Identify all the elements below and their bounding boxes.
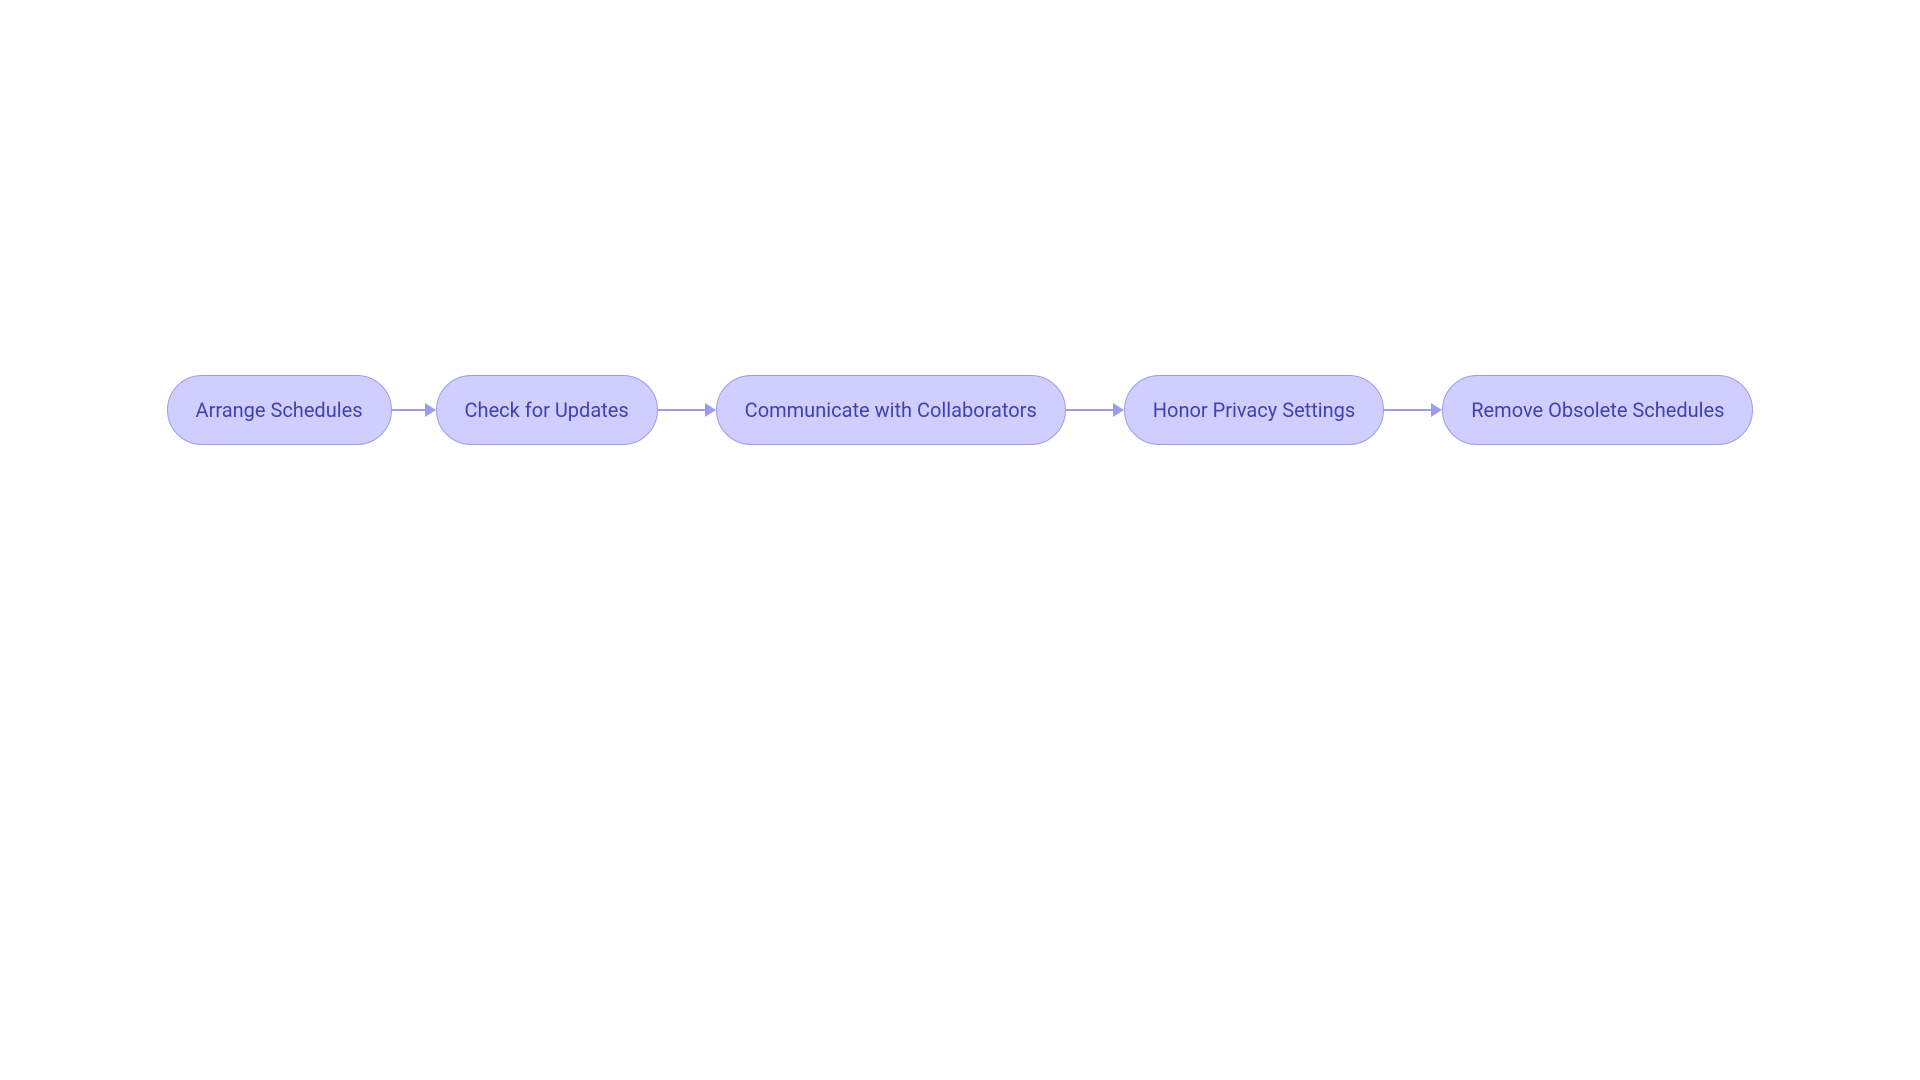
node-communicate-with-collaborators[interactable]: Communicate with Collaborators (716, 375, 1066, 445)
arrow-line (658, 409, 706, 411)
diagram-canvas: Arrange Schedules Check for Updates Comm… (0, 0, 1920, 1080)
arrow-2 (658, 403, 716, 417)
arrow-line (392, 409, 426, 411)
arrow-line (1384, 409, 1432, 411)
node-label: Remove Obsolete Schedules (1471, 398, 1724, 422)
node-remove-obsolete-schedules[interactable]: Remove Obsolete Schedules (1442, 375, 1753, 445)
arrow-1 (392, 403, 436, 417)
arrow-head-icon (1113, 403, 1124, 417)
node-check-for-updates[interactable]: Check for Updates (436, 375, 658, 445)
node-label: Check for Updates (465, 398, 629, 422)
node-arrange-schedules[interactable]: Arrange Schedules (167, 375, 392, 445)
arrow-head-icon (425, 403, 436, 417)
node-label: Communicate with Collaborators (745, 398, 1037, 422)
arrow-line (1066, 409, 1114, 411)
arrow-head-icon (705, 403, 716, 417)
node-label: Honor Privacy Settings (1153, 398, 1355, 422)
flow-row: Arrange Schedules Check for Updates Comm… (0, 375, 1920, 445)
node-label: Arrange Schedules (196, 398, 363, 422)
arrow-head-icon (1431, 403, 1442, 417)
node-honor-privacy-settings[interactable]: Honor Privacy Settings (1124, 375, 1384, 445)
arrow-4 (1384, 403, 1442, 417)
arrow-3 (1066, 403, 1124, 417)
